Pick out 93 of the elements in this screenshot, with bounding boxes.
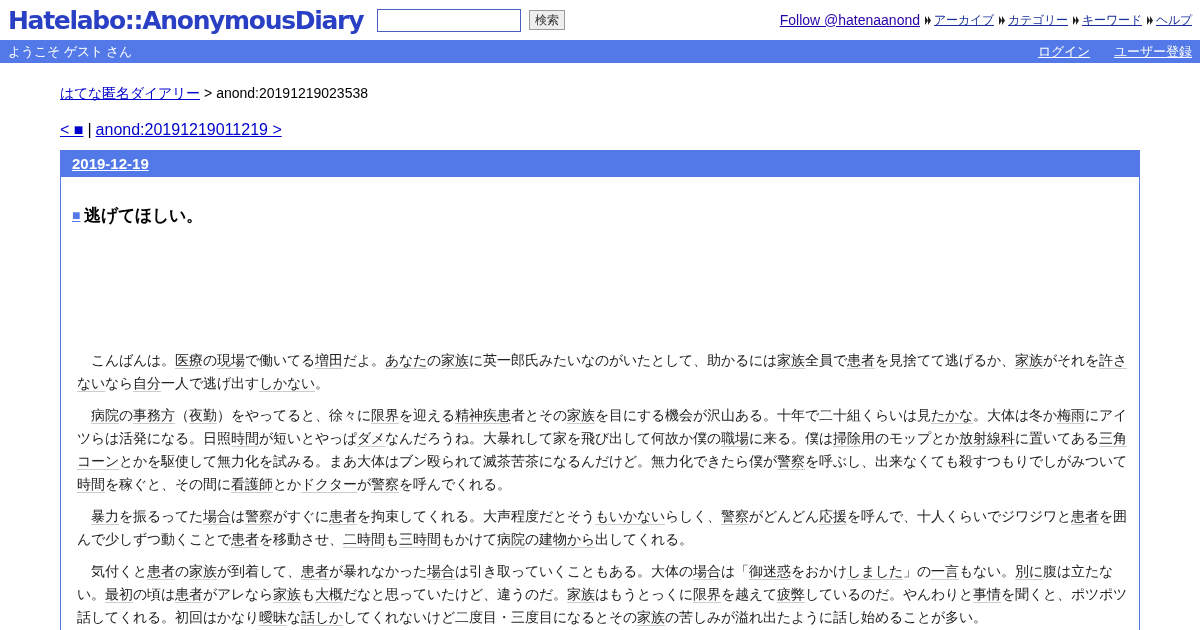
keyword-link[interactable]: コーン [77, 452, 119, 470]
keyword-link[interactable]: 曖昧 [259, 608, 287, 626]
entry-permalink[interactable]: ■ [72, 205, 81, 227]
breadcrumb-separator: > [204, 84, 213, 103]
keyword-link[interactable]: 家族 [777, 351, 805, 369]
keyword-link[interactable]: たかな [931, 406, 973, 424]
keyword-link[interactable]: 警察 [245, 507, 273, 525]
breadcrumb-link[interactable]: はてな匿名ダイアリー [60, 83, 200, 104]
keyword-link[interactable]: 事情 [973, 585, 1001, 603]
body-paragraph: 暴力 を振るってた場合は警察がすぐに患者を拘束してくれる。大声程度だとそう もいかない らしく、警察がどんどん応援を呼んで、十人くらいでジワジワと患者を囲んで少しずつ動くことで患者を移動させ、二時間 も三時間 もかけて病院の建物から 出してくれる。 [77, 506, 1127, 550]
keyword-link[interactable]: 事務方 [133, 406, 175, 424]
keyword-link[interactable]: 患者 [231, 530, 259, 548]
keyword-link[interactable]: 限界 [693, 585, 721, 603]
user-link[interactable]: ログイン [1038, 41, 1090, 62]
keyword-link[interactable]: 患者 [175, 585, 203, 603]
keyword-link[interactable]: 一言 [931, 562, 959, 580]
body-paragraph: 病院の事務方（夜勤）をやってると、徐々に限界を迎える精神疾患者とその家族を目にする機会が沢山ある。十年で二十組くらいは見たかな。大体は冬か梅雨にアイツらは活発になる。日照時間が短いとやっぱダメ なんだろうね。大暴れして家を飛び出して何故か僕の職場に来る。僕は掃除用のモップとか放射線科に置いてある三角 コーン とかを駆使して無力化を試みる。まあ大体はブン殴られて滅茶苦茶になるんだけど。無力化できたら僕が警察を呼ぶし、出来なくても殺すつもりでしがみついて 時間を稼ぐと、その間に看護師 とか ドクターが警察を呼んでくれる。 [77, 405, 1127, 495]
keyword-link[interactable]: 患者 [847, 351, 875, 369]
user-link[interactable]: ユーザー登録 [1114, 41, 1192, 62]
keyword-link[interactable]: 看護師 [231, 475, 273, 493]
keyword-link[interactable]: 自分 [133, 374, 161, 392]
keyword-link[interactable]: 暴力 [91, 507, 119, 525]
breadcrumb-current: anond:20191219023538 [216, 84, 368, 103]
next-link[interactable]: anond:20191219011219 > [95, 118, 282, 142]
keyword-link[interactable]: 家族 [567, 406, 595, 424]
keyword-link[interactable]: 家族 [189, 562, 217, 580]
date-link[interactable]: 2019-12-19 [72, 152, 149, 176]
keyword-link[interactable]: 患者 [147, 562, 175, 580]
keyword-link[interactable]: 梅雨 [1057, 406, 1085, 424]
keyword-link[interactable]: 病院 [497, 530, 525, 548]
keyword-link[interactable]: 時間 [231, 429, 259, 447]
keyword-link[interactable]: 御迷惑 [749, 562, 791, 580]
previous-link[interactable]: < ■ [60, 118, 84, 142]
keyword-link[interactable]: 三角 [1099, 429, 1127, 447]
keyword-link[interactable]: 病院 [91, 406, 119, 424]
arrow-icon [925, 15, 931, 25]
header-link[interactable]: カテゴリー [1008, 11, 1068, 29]
keyword-link[interactable]: 場合 [203, 507, 231, 525]
keyword-link[interactable]: ダメ [357, 429, 385, 447]
keyword-link[interactable]: 家族 [637, 608, 665, 626]
keyword-link[interactable]: 掃除 [833, 429, 861, 447]
keyword-link[interactable]: 患者 [301, 562, 329, 580]
keyword-link[interactable]: 夜勤 [189, 406, 217, 424]
keyword-link[interactable]: 警察 [371, 475, 399, 493]
entry-title: 逃げてほしい。 [84, 205, 204, 227]
keyword-link[interactable]: 別に [1015, 562, 1043, 580]
keyword-link[interactable]: 現場 [217, 351, 245, 369]
keyword-link[interactable]: 患者 [1071, 507, 1099, 525]
keyword-link[interactable]: 応援 [819, 507, 847, 525]
keyword-link[interactable]: 増田 [315, 351, 343, 369]
body-paragraph: 気付くと患者の家族が到着して、患者が暴れなかった場合は引き取っていくこともある。大体の場合は「御迷惑をおかけ しました」の一言もない。別に腹は立たない。最初の頃は患者がアレなら家族も 大概だなと思っていたけど、違うのだ。家族はもうとっくに限界を越えて疲弊しているのだ。やんわりと事情を聞くと、ポツポツ話してくれる。初回はかなり曖昧な話しかしてくれないけど二度目・三度目になるとその家族の苦しみが溢れ出たように話し始めることが多い。 [77, 561, 1127, 628]
site-logo[interactable]: Hatelabo::AnonymousDiary [8, 5, 364, 35]
keyword-link[interactable]: 話しか [301, 608, 343, 626]
keyword-link[interactable]: 警察 [777, 452, 805, 470]
keyword-link[interactable]: 限界 [371, 406, 399, 424]
keyword-link[interactable]: しました [847, 562, 903, 580]
keyword-link[interactable]: 家族 [441, 351, 469, 369]
keyword-link[interactable]: 大概 [315, 585, 343, 603]
keyword-link[interactable]: ない [77, 374, 105, 392]
keyword-link[interactable]: 家族 [273, 585, 301, 603]
search-field[interactable] [377, 8, 522, 32]
arrow-icon [1073, 15, 1079, 25]
header-link[interactable]: アーカイブ [934, 11, 994, 29]
keyword-link[interactable]: 家族 [1015, 351, 1043, 369]
keyword-link[interactable]: 医療 [175, 351, 203, 369]
keyword-link[interactable]: 家族 [567, 585, 595, 603]
search-button[interactable]: 検索 [529, 10, 566, 30]
header-link[interactable]: キーワード [1082, 11, 1142, 29]
keyword-link[interactable]: 三時間 [399, 530, 441, 548]
arrow-icon [1147, 15, 1153, 25]
keyword-link[interactable]: 場合 [427, 562, 455, 580]
keyword-link[interactable]: 疲弊 [777, 585, 805, 603]
keyword-link[interactable]: 許さ [1099, 351, 1127, 369]
keyword-link[interactable]: しかない [259, 374, 315, 392]
keyword-link[interactable]: 精神疾患 [455, 406, 511, 424]
body-paragraph: こんばんは。医療の現場で働いてる増田 だよ。あなたの家族に英一郎氏みたいなのがいたとして、助かるには家族全員で患者を見捨てて逃げるか、家族がそれを許さ ないなら 自分一人で逃げ出す しかない。 [77, 350, 1127, 394]
keyword-link[interactable]: 放射線科 [959, 429, 1015, 447]
welcome-text: ようこそ ゲスト さん [8, 42, 133, 61]
keyword-link[interactable]: 場合 [693, 562, 721, 580]
follow-link[interactable]: Follow @hatenaanond [779, 9, 920, 31]
keyword-link[interactable]: 警察 [721, 507, 749, 525]
keyword-link[interactable]: 二時間 [343, 530, 385, 548]
keyword-link[interactable]: 時間 [77, 475, 105, 493]
keyword-link[interactable]: 患者 [329, 507, 357, 525]
keyword-link[interactable]: ドクター [301, 475, 357, 493]
header-link[interactable]: ヘルプ [1156, 11, 1192, 29]
keyword-link[interactable]: 建物から [539, 530, 595, 548]
pager-separator: | [87, 120, 92, 140]
keyword-link[interactable]: 最初 [105, 585, 133, 603]
arrow-icon [999, 15, 1005, 25]
keyword-link[interactable]: 職場 [721, 429, 749, 447]
keyword-link[interactable]: もいかない [595, 507, 665, 525]
keyword-link[interactable]: あなた [385, 351, 427, 369]
